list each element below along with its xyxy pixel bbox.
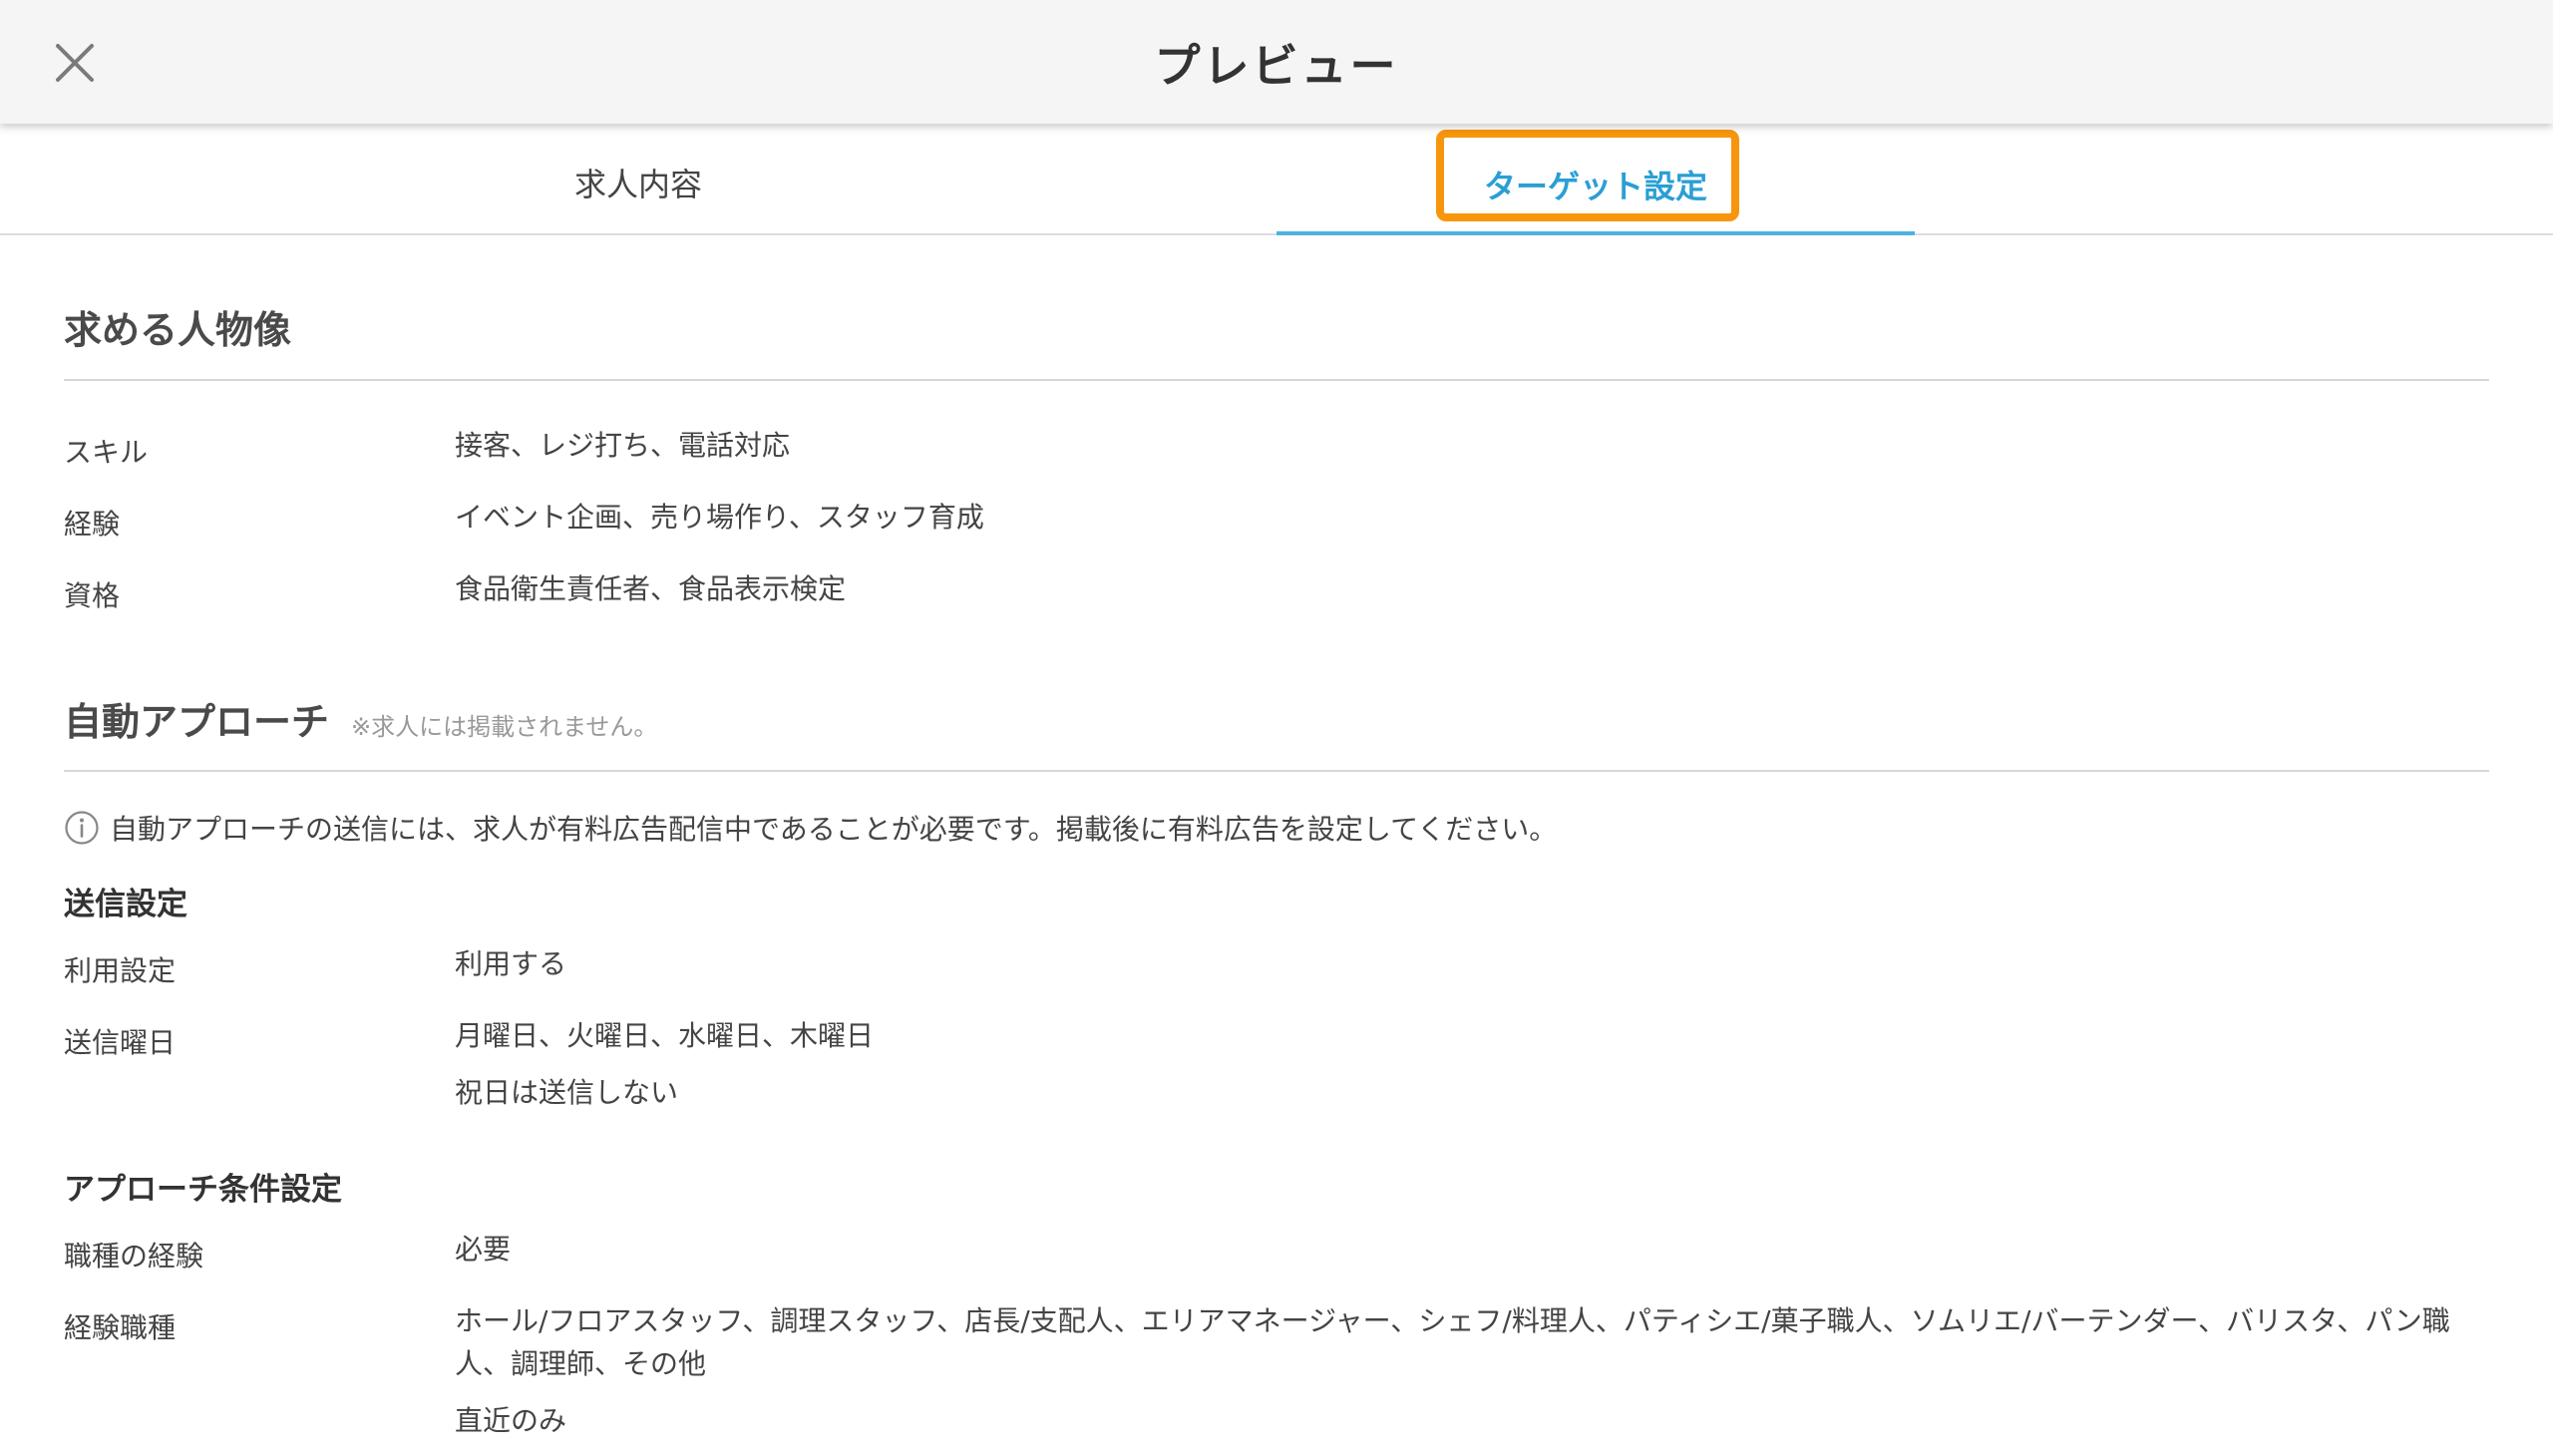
row-value-qualification: 食品衛生責任者、食品表示検定 [455,572,847,605]
page-title: プレビュー [1154,39,1399,93]
row-value-send-days: 月曜日、火曜日、水曜日、木曜日 [455,1019,875,1052]
tab-bar: 求人内容 ターゲット設定 [0,124,2553,235]
info-message: 自動アプローチの送信には、求人が有料広告配信中であることが必要です。掲載後に有料… [64,808,1558,846]
row-value-recent-only: 直近のみ [455,1404,567,1437]
row-label-skill: スキル [64,436,149,469]
info-text: 自動アプローチの送信には、求人が有料広告配信中であることが必要です。掲載後に有料… [110,813,1558,846]
row-value-skill: 接客、レジ打ち、電話対応 [455,429,791,462]
row-label-experience: 経験 [64,508,121,541]
info-icon [65,811,99,845]
row-label-experienced-jobs: 経験職種 [64,1311,177,1344]
row-label-qualification: 資格 [64,579,121,612]
row-value-experience: イベント企画、売り場作り、スタッフ育成 [455,501,984,534]
row-value-experienced-jobs-line1: ホール/フロアスタッフ、調理スタッフ、店長/支配人、エリアマネージャー、シェフ/… [455,1304,2450,1337]
section-title-auto-approach: 自動アプローチ ※求人には掲載されません。 [64,691,657,746]
row-label-send-days: 送信曜日 [64,1026,177,1059]
active-tab-indicator [1276,231,1915,235]
tab-job-details[interactable]: 求人内容 [319,124,957,233]
tab-job-details-label: 求人内容 [573,166,702,203]
divider [64,379,2489,381]
preview-header: プレビュー [0,0,2553,124]
tab-target-settings[interactable]: ターゲット設定 [1276,124,1915,235]
row-value-job-experience: 必要 [455,1233,512,1266]
row-label-job-experience: 職種の経験 [64,1240,204,1273]
subheading-approach-conditions: アプローチ条件設定 [64,1172,342,1208]
tab-target-settings-label: ターゲット設定 [1483,168,1707,205]
divider [64,770,2489,772]
row-value-holiday: 祝日は送信しない [455,1076,679,1109]
auto-approach-note: ※求人には掲載されません。 [351,713,658,741]
row-value-experienced-jobs-line2: 人、調理師、その他 [455,1347,707,1380]
row-value-usage: 利用する [455,947,567,980]
subheading-send-settings: 送信設定 [64,887,187,922]
row-label-usage: 利用設定 [64,954,177,987]
section-title-persona: 求める人物像 [64,308,292,352]
auto-approach-title: 自動アプローチ [64,700,330,744]
